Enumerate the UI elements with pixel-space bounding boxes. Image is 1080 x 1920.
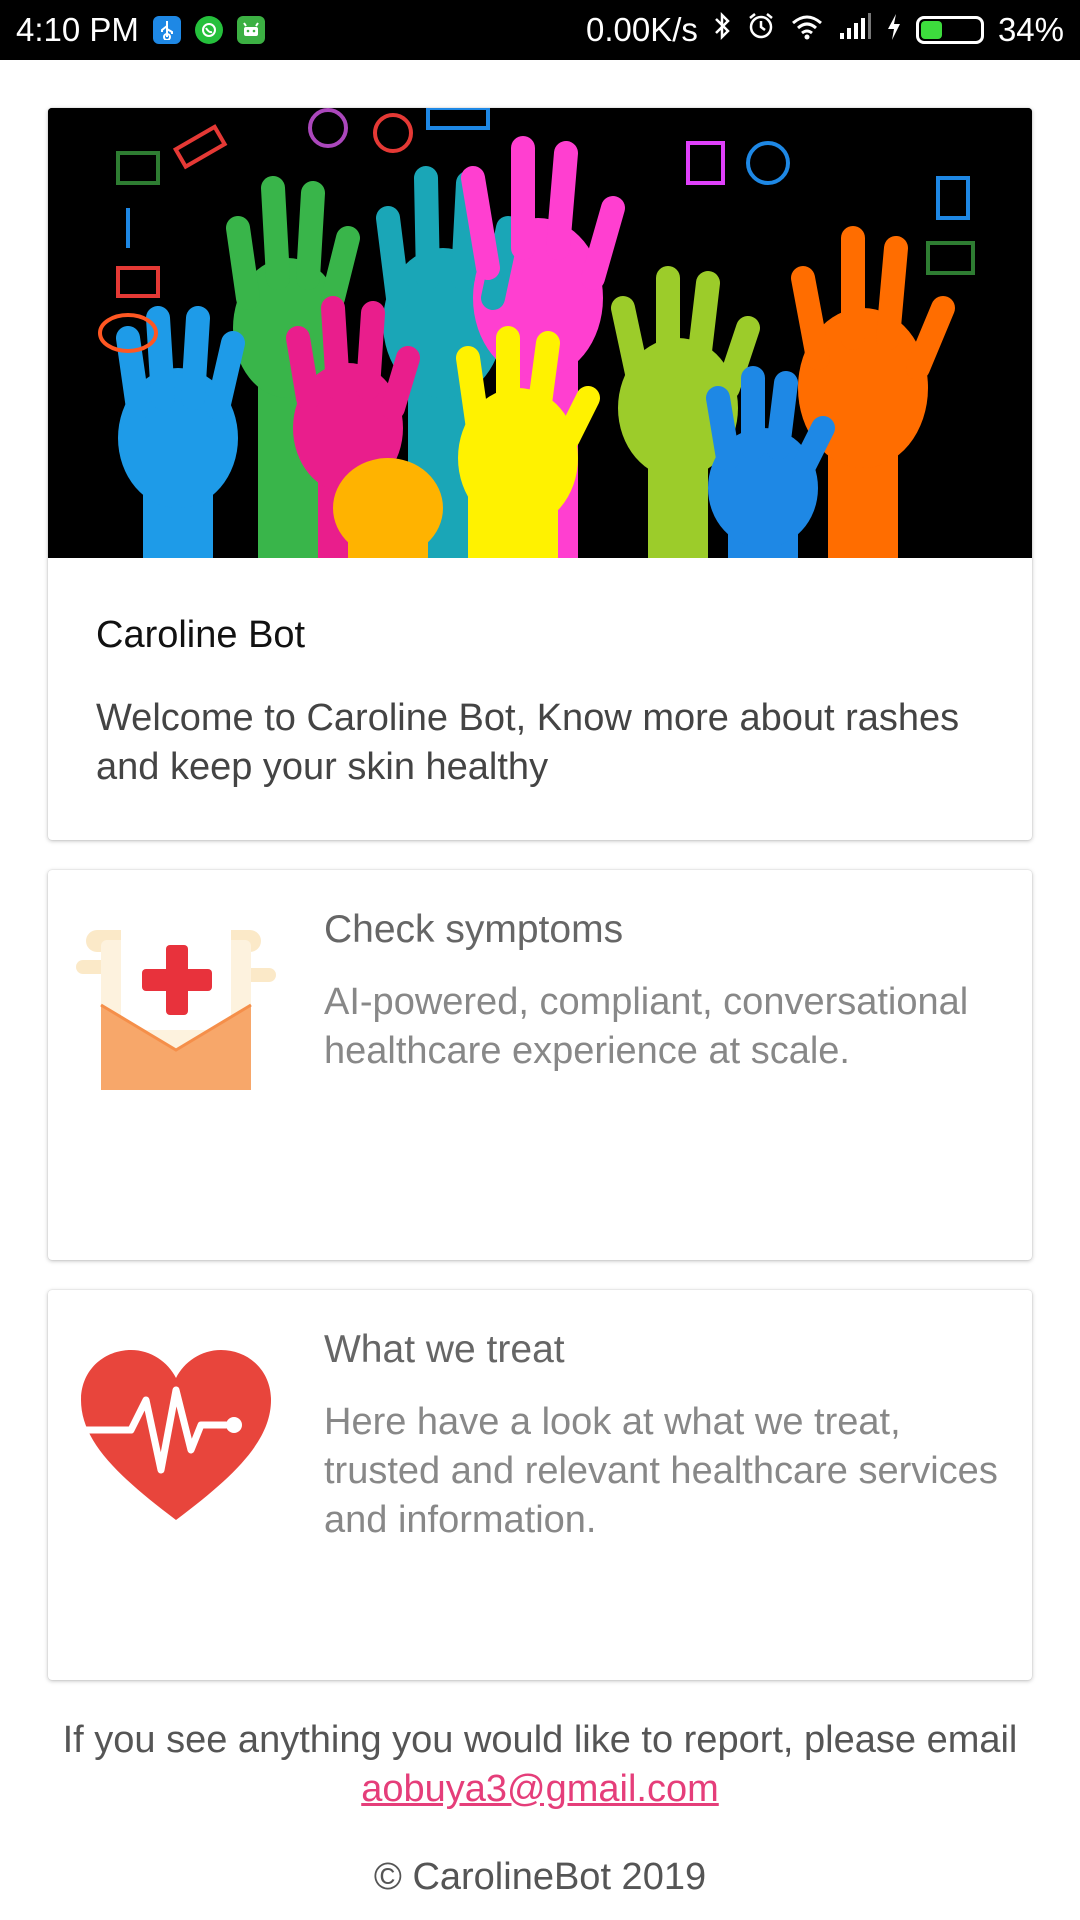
check-symptoms-title: Check symptoms: [324, 908, 624, 951]
android-icon: [236, 16, 265, 44]
wifi-icon: [790, 11, 824, 49]
charging-icon: [886, 11, 902, 49]
medical-envelope-icon: [76, 930, 276, 1090]
alarm-icon: [746, 11, 776, 49]
email-link[interactable]: aobuya3@gmail.com: [361, 1768, 719, 1810]
page-title: Caroline Bot: [96, 614, 306, 656]
status-time: 4:10 PM: [16, 11, 139, 48]
heartbeat-icon: [81, 1350, 271, 1520]
welcome-description: Welcome to Caroline Bot, Know more about…: [96, 697, 960, 788]
bluetooth-icon: [712, 11, 732, 49]
copyright: © CarolineBot 2019: [373, 1856, 707, 1898]
report-notice: If you see anything you would like to re…: [40, 1716, 1040, 1814]
battery-percent: 34%: [997, 11, 1064, 48]
signal-icon: [838, 11, 872, 49]
what-we-treat-description: Here have a look at what we treat, trust…: [324, 1401, 998, 1541]
what-we-treat-title: What we treat: [324, 1328, 565, 1371]
welcome-card: Caroline Bot Welcome to Caroline Bot, Kn…: [48, 108, 1032, 840]
check-symptoms-card[interactable]: Check symptoms AI-powered, compliant, co…: [48, 870, 1032, 1260]
battery-icon: [915, 16, 984, 44]
whatsapp-icon: [194, 16, 223, 44]
network-speed: 0.00K/s: [586, 11, 698, 48]
usb-icon: [152, 16, 181, 44]
check-symptoms-description: AI-powered, compliant, conversational he…: [324, 981, 969, 1072]
what-we-treat-card[interactable]: What we treat Here have a look at what w…: [48, 1290, 1032, 1680]
report-text: If you see anything you would like to re…: [62, 1719, 1018, 1761]
hero-image: [48, 108, 1032, 558]
status-bar: 4:10 PM 0.00K/s 34%: [0, 0, 1080, 60]
